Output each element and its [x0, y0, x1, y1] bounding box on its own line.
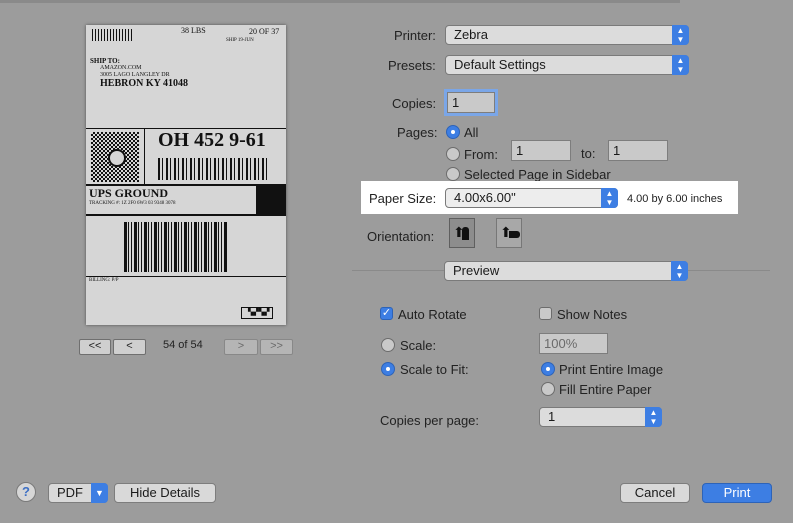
pdf-menu-button[interactable]: PDF ▼ — [48, 483, 108, 503]
paper-size-description: 4.00 by 6.00 inches — [627, 193, 723, 205]
label-maxicode-center — [108, 149, 126, 167]
orientation-label: Orientation: — [367, 229, 435, 244]
copies-per-page-popup[interactable]: 1 ▲ ▼ — [539, 407, 662, 427]
label-route-barcode — [158, 158, 268, 180]
landscape-orientation-button[interactable]: ⬆︎ — [496, 218, 522, 248]
scale-radio[interactable] — [381, 338, 395, 352]
window-top-edge — [0, 0, 680, 3]
printer-label: Printer: — [394, 28, 436, 43]
label-footer-code: ▚▞▚▞ — [248, 308, 270, 316]
pages-to-label: to: — [581, 146, 596, 161]
print-entire-image-radio[interactable] — [541, 362, 555, 376]
portrait-orientation-button[interactable]: ⬆︎ — [449, 218, 475, 248]
auto-rotate-label: Auto Rotate — [398, 307, 467, 322]
scale-to-fit-radio[interactable] — [381, 362, 395, 376]
paper-size-value: 4.00x6.00" — [454, 190, 516, 205]
scale-to-fit-label: Scale to Fit: — [400, 362, 469, 377]
pages-to-input[interactable]: 1 — [608, 140, 668, 161]
pages-selected-radio[interactable] — [446, 167, 460, 181]
up-down-arrows-icon: ▲ ▼ — [672, 55, 689, 75]
label-route-code: OH 452 9-61 — [158, 129, 266, 151]
show-notes-label: Show Notes — [557, 307, 628, 322]
pages-from-radio[interactable] — [446, 147, 460, 161]
fill-entire-paper-label: Fill Entire Paper — [559, 382, 652, 397]
label-vertical-divider — [144, 129, 145, 185]
label-tracking: TRACKING #: 1Z 2F0 6W3 03 9348 3078 — [89, 201, 176, 206]
label-billing: BILLING: P/P — [89, 278, 119, 283]
checkmark-icon: ✓ — [381, 307, 392, 319]
printer-popup[interactable]: Zebra ▲ ▼ — [445, 25, 689, 45]
landscape-figure-icon — [509, 231, 520, 238]
fill-entire-paper-radio[interactable] — [541, 382, 555, 396]
printer-value: Zebra — [454, 27, 488, 42]
paper-size-popup[interactable]: 4.00x6.00" ▲ ▼ — [445, 188, 618, 208]
paper-size-label: Paper Size: — [369, 191, 437, 206]
label-ship-date: SHIP 19-JUN — [226, 38, 254, 43]
label-small-barcode — [92, 29, 132, 41]
up-down-arrows-icon: ▲ ▼ — [601, 188, 618, 208]
pages-label: Pages: — [397, 125, 438, 140]
pages-from-label: From: — [464, 147, 498, 162]
section-popup[interactable]: Preview ▲ ▼ — [444, 261, 688, 281]
print-button[interactable]: Print — [702, 483, 772, 503]
label-lower-divider — [86, 276, 286, 277]
copies-input[interactable]: 1 — [447, 92, 495, 113]
show-notes-checkbox[interactable] — [539, 307, 552, 320]
chevron-down-icon: ▼ — [91, 483, 108, 503]
copies-per-page-label: Copies per page: — [380, 413, 480, 428]
print-entire-image-label: Print Entire Image — [559, 362, 664, 377]
label-ship-to-city: HEBRON KY 41048 — [100, 78, 188, 89]
pages-all-radio[interactable] — [446, 125, 460, 139]
presets-popup[interactable]: Default Settings ▲ ▼ — [445, 55, 689, 75]
pages-all-label: All — [464, 125, 479, 140]
section-value: Preview — [453, 263, 500, 278]
pdf-label: PDF — [57, 485, 83, 500]
label-ship-to-title: SHIP TO: — [90, 57, 120, 65]
scale-label: Scale: — [400, 338, 437, 353]
copies-per-page-value: 1 — [548, 409, 556, 424]
previous-page-button[interactable]: < — [113, 339, 146, 355]
up-down-arrows-icon: ▲ ▼ — [645, 407, 662, 427]
next-page-button[interactable]: > — [224, 339, 258, 355]
label-weight: 38 LBS — [181, 26, 206, 35]
presets-value: Default Settings — [454, 57, 546, 72]
page-preview: 38 LBS 20 OF 37 SHIP 19-JUN SHIP TO: AMA… — [86, 25, 286, 325]
last-page-button[interactable]: >> — [260, 339, 293, 355]
cancel-button[interactable]: Cancel — [620, 483, 690, 503]
label-service: UPS GROUND — [89, 186, 169, 200]
label-main-barcode — [124, 222, 228, 272]
auto-rotate-checkbox[interactable]: ✓ — [380, 307, 393, 320]
presets-label: Presets: — [388, 58, 436, 73]
up-down-arrows-icon: ▲ ▼ — [671, 261, 688, 281]
first-page-button[interactable]: << — [79, 339, 111, 355]
hide-details-button[interactable]: Hide Details — [114, 483, 216, 503]
portrait-figure-icon — [462, 227, 469, 240]
page-indicator: 54 of 54 — [163, 339, 203, 351]
scale-input[interactable]: 100% — [539, 333, 608, 354]
label-page-of: 20 OF 37 — [249, 27, 280, 36]
up-down-arrows-icon: ▲ ▼ — [672, 25, 689, 45]
help-button[interactable]: ? — [16, 482, 36, 502]
pages-selected-label: Selected Page in Sidebar — [464, 167, 611, 182]
label-ship-to-line1: AMAZON.COM — [100, 65, 142, 71]
pages-from-input[interactable]: 1 — [511, 140, 571, 161]
copies-label: Copies: — [392, 96, 437, 111]
help-label: ? — [22, 484, 30, 499]
